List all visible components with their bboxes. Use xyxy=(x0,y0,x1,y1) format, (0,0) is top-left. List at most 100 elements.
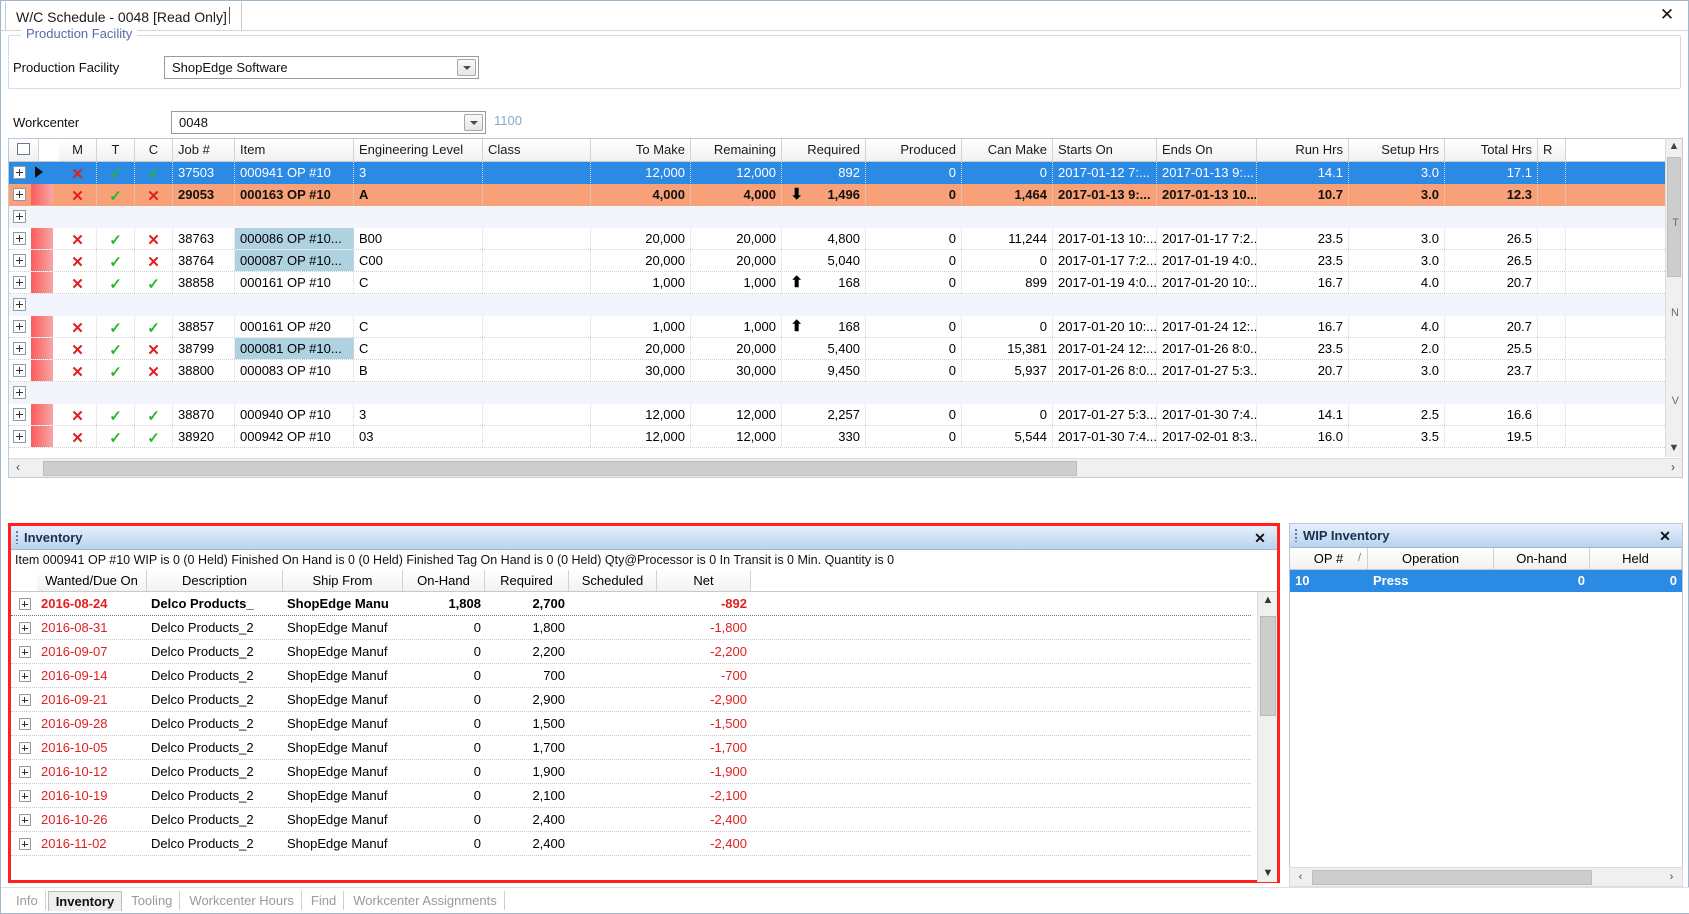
cell-to_make[interactable]: 20,000 xyxy=(591,338,691,359)
table-row[interactable]: ✕ ✓ ✓ 38857 000161 OP #20 C 1,000 1,000 ⬆ 168 0 0 20… xyxy=(9,316,1669,338)
inventory-row[interactable]: 2016-09-28 Delco Products_2 ShopEdge Manuf… xyxy=(11,712,1251,736)
inventory-cell-ship_from[interactable]: ShopEdge Manuf xyxy=(283,688,403,711)
cell-starts_on[interactable]: 2017-01-20 10:... xyxy=(1053,316,1157,337)
cell-eng[interactable]: C xyxy=(354,272,483,293)
inventory-cell-scheduled[interactable] xyxy=(569,616,657,639)
inventory-cell-net[interactable]: -1,500 xyxy=(657,712,751,735)
cell-run_hrs[interactable]: 23.5 xyxy=(1257,228,1349,249)
bottom-tab-workcenter-hours[interactable]: Workcenter Hours xyxy=(182,891,302,910)
column-header-r[interactable]: R xyxy=(1538,139,1566,161)
chevron-down-icon[interactable] xyxy=(457,59,476,76)
inventory-grid-body[interactable]: 2016-08-24 Delco Products_ ShopEdge Manu 1,… xyxy=(11,592,1277,880)
column-header-m[interactable]: M xyxy=(59,139,97,161)
expand-row-icon[interactable] xyxy=(19,670,31,682)
inventory-cell-required[interactable]: 1,900 xyxy=(485,760,569,783)
column-chooser-icon[interactable] xyxy=(9,139,39,161)
column-header-produced[interactable]: Produced xyxy=(866,139,962,161)
cell-total_hrs[interactable]: 26.5 xyxy=(1445,228,1538,249)
cell-item[interactable]: 000163 OP #10 xyxy=(235,184,354,205)
cell-t[interactable]: ✓ xyxy=(97,338,135,359)
expand-row-icon[interactable] xyxy=(13,276,26,289)
cell-can_make[interactable]: 5,544 xyxy=(962,426,1053,447)
cell-produced[interactable]: 0 xyxy=(866,184,962,205)
expand-row-icon[interactable] xyxy=(19,742,31,754)
cell-job[interactable]: 38870 xyxy=(173,404,235,425)
cell-m[interactable]: ✕ xyxy=(59,184,97,205)
expand-row-icon[interactable] xyxy=(13,364,26,377)
cell-c[interactable]: ✓ xyxy=(135,316,173,337)
table-row[interactable]: ✕ ✓ ✕ 38800 000083 OP #10 B 30,000 30,000 9,450 0… xyxy=(9,360,1669,382)
cell-required[interactable]: 330 xyxy=(782,426,866,447)
cell-required[interactable]: 1,496 xyxy=(782,184,866,205)
cell-t[interactable]: ✓ xyxy=(97,404,135,425)
table-row[interactable]: ✕ ✓ ✕ 38799 000081 OP #10... C 20,000 20,000 5,4… xyxy=(9,338,1669,360)
scroll-down-icon[interactable]: ▼ xyxy=(1260,865,1276,882)
column-header-class[interactable]: Class xyxy=(483,139,591,161)
inventory-cell-date[interactable]: 2016-10-26 xyxy=(37,808,147,831)
inventory-cell-scheduled[interactable] xyxy=(569,832,657,855)
inventory-cell-date[interactable]: 2016-09-14 xyxy=(37,664,147,687)
inventory-cell-date[interactable]: 2016-08-24 xyxy=(37,592,147,615)
cell-total_hrs[interactable]: 20.7 xyxy=(1445,272,1538,293)
column-header-item[interactable]: Item xyxy=(235,139,354,161)
inventory-column-header-description[interactable]: Description xyxy=(147,570,283,591)
inventory-cell-net[interactable]: -2,200 xyxy=(657,640,751,663)
inventory-cell-description[interactable]: Delco Products_ xyxy=(147,592,283,615)
inventory-cell-required[interactable]: 2,900 xyxy=(485,688,569,711)
cell-r[interactable] xyxy=(1538,272,1566,293)
inventory-row[interactable]: 2016-10-26 Delco Products_2 ShopEdge Manuf… xyxy=(11,808,1251,832)
cell-to_make[interactable]: 12,000 xyxy=(591,404,691,425)
inventory-cell-ship_from[interactable]: ShopEdge Manuf xyxy=(283,760,403,783)
cell-produced[interactable]: 0 xyxy=(866,162,962,183)
cell-ends_on[interactable]: 2017-01-27 5:3... xyxy=(1157,360,1257,381)
cell-ends_on[interactable]: 2017-01-26 8:0... xyxy=(1157,338,1257,359)
inventory-cell-description[interactable]: Delco Products_2 xyxy=(147,784,283,807)
cell-produced[interactable]: 0 xyxy=(866,426,962,447)
cell-to_make[interactable]: 12,000 xyxy=(591,426,691,447)
cell-c[interactable]: ✕ xyxy=(135,228,173,249)
cell-ends_on[interactable]: 2017-01-19 4:0... xyxy=(1157,250,1257,271)
inventory-row[interactable]: 2016-09-07 Delco Products_2 ShopEdge Manuf… xyxy=(11,640,1251,664)
production-facility-select[interactable]: ShopEdge Software xyxy=(164,56,479,79)
inventory-cell-required[interactable]: 700 xyxy=(485,664,569,687)
cell-can_make[interactable]: 899 xyxy=(962,272,1053,293)
cell-total_hrs[interactable]: 23.7 xyxy=(1445,360,1538,381)
expand-row-icon[interactable] xyxy=(13,408,26,421)
chevron-down-icon[interactable] xyxy=(464,114,483,131)
cell-produced[interactable]: 0 xyxy=(866,360,962,381)
inventory-cell-description[interactable]: Delco Products_2 xyxy=(147,688,283,711)
bottom-tab-info[interactable]: Info xyxy=(9,891,46,910)
inventory-cell-on_hand[interactable]: 0 xyxy=(403,784,485,807)
cell-item[interactable]: 000161 OP #20 xyxy=(235,316,354,337)
cell-to_make[interactable]: 30,000 xyxy=(591,360,691,381)
cell-eng[interactable]: B00 xyxy=(354,228,483,249)
cell-to_make[interactable]: 20,000 xyxy=(591,228,691,249)
cell-setup_hrs[interactable]: 3.0 xyxy=(1349,360,1445,381)
cell-required[interactable]: 9,450 xyxy=(782,360,866,381)
inventory-cell-date[interactable]: 2016-08-31 xyxy=(37,616,147,639)
column-header-can_make[interactable]: Can Make xyxy=(962,139,1053,161)
cell-run_hrs[interactable]: 16.0 xyxy=(1257,426,1349,447)
cell-r[interactable] xyxy=(1538,426,1566,447)
inventory-cell-required[interactable]: 2,400 xyxy=(485,832,569,855)
table-row[interactable]: ✕ ✓ ✓ 38858 000161 OP #10 C 1,000 1,000 ⬆ 168 0 899… xyxy=(9,272,1669,294)
cell-remaining[interactable]: 1,000 ⬆ xyxy=(691,316,803,337)
wip-column-header-operation[interactable]: Operation xyxy=(1368,548,1494,569)
cell-starts_on[interactable]: 2017-01-24 12:... xyxy=(1053,338,1157,359)
inventory-column-header-required[interactable]: Required xyxy=(485,570,569,591)
inventory-cell-net[interactable]: -1,900 xyxy=(657,760,751,783)
scroll-thumb[interactable] xyxy=(43,461,1077,476)
cell-remaining[interactable]: 30,000 xyxy=(691,360,782,381)
cell-remaining[interactable]: 20,000 xyxy=(691,338,782,359)
cell-to_make[interactable]: 1,000 xyxy=(591,272,691,293)
cell-run_hrs[interactable]: 16.7 xyxy=(1257,272,1349,293)
cell-c[interactable]: ✓ xyxy=(135,426,173,447)
cell-r[interactable] xyxy=(1538,250,1566,271)
cell-required[interactable]: 4,800 xyxy=(782,228,866,249)
cell-ends_on[interactable]: 2017-01-24 12:... xyxy=(1157,316,1257,337)
cell-item[interactable]: 000940 OP #10 xyxy=(235,404,354,425)
cell-setup_hrs[interactable]: 3.0 xyxy=(1349,228,1445,249)
scroll-right-icon[interactable]: › xyxy=(1663,869,1680,886)
cell-item[interactable]: 000081 OP #10... xyxy=(235,338,354,359)
expand-row-icon[interactable] xyxy=(13,210,26,223)
